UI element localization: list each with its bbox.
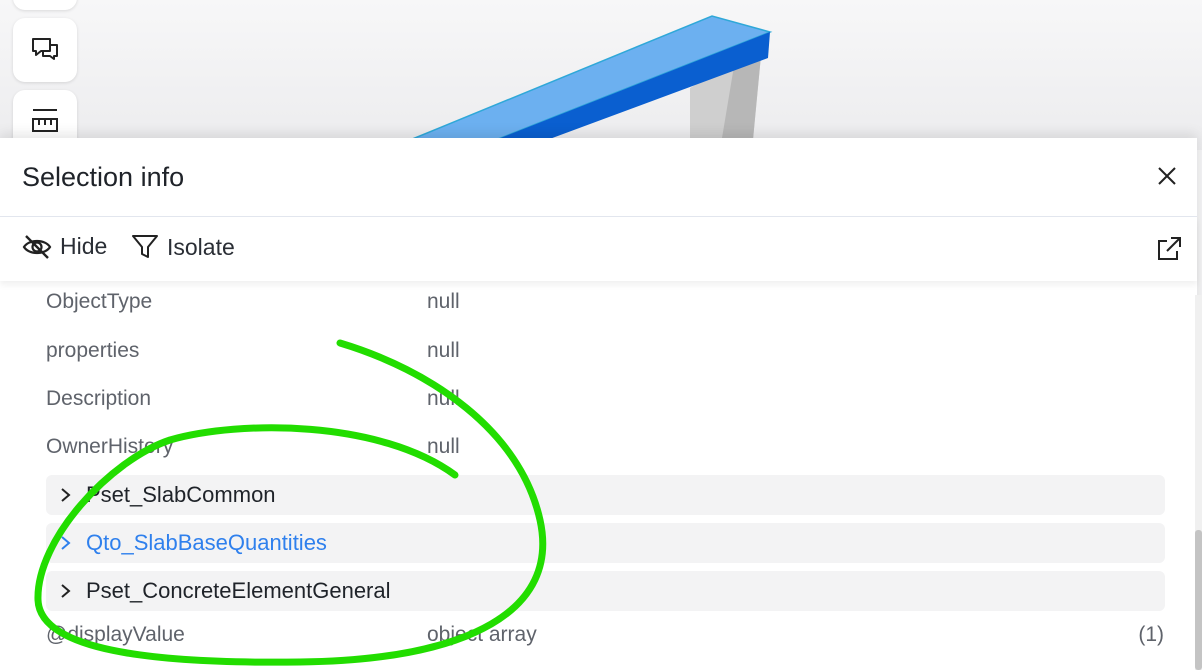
close-icon: [1158, 167, 1176, 185]
property-key: properties: [46, 339, 140, 362]
comments-icon: [32, 38, 58, 60]
hide-label: Hide: [60, 233, 108, 259]
property-value: null: [427, 290, 460, 313]
external-link-icon: [1158, 237, 1181, 260]
isolate-button[interactable]: Isolate: [131, 233, 235, 261]
property-value: object array: [427, 623, 537, 646]
group-pset-concreteelementgeneral[interactable]: Pset_ConcreteElementGeneral: [46, 571, 1165, 611]
group-label: Qto_SlabBaseQuantities: [86, 530, 327, 555]
property-row: OwnerHistory null: [46, 431, 1166, 465]
viewer-canvas[interactable]: [0, 0, 1202, 150]
ruler-icon: [32, 109, 58, 132]
chevron-right-icon: [61, 584, 71, 598]
slab-model[interactable]: [0, 0, 1202, 150]
chevron-right-icon: [61, 488, 71, 502]
property-key: OwnerHistory: [46, 435, 174, 458]
property-key: Description: [46, 387, 152, 410]
chevron-right-icon: [61, 536, 71, 550]
property-row: Description null: [46, 383, 1166, 417]
hide-button[interactable]: Hide: [22, 233, 107, 260]
property-value: null: [427, 339, 460, 362]
group-label: Pset_ConcreteElementGeneral: [86, 578, 391, 603]
comments-button[interactable]: [13, 18, 77, 82]
scrollbar-thumb[interactable]: [1195, 530, 1202, 670]
property-value: null: [427, 435, 460, 458]
panel-header: Selection info: [0, 138, 1197, 217]
property-value: null: [427, 387, 460, 410]
property-row: properties null: [46, 335, 1166, 369]
filter-icon: [132, 235, 158, 258]
tool-button-top[interactable]: [13, 0, 77, 10]
item-count: (1): [1138, 623, 1164, 646]
property-key: @displayValue: [46, 623, 185, 646]
properties-list: ObjectType null properties null Descript…: [0, 282, 1197, 670]
close-button[interactable]: [1151, 160, 1183, 192]
group-label: Pset_SlabCommon: [86, 482, 276, 507]
action-bar: Hide Isolate: [0, 217, 1197, 281]
eye-off-icon: [22, 234, 52, 259]
selection-info-panel: Selection info Hide Isolate ObjectType n…: [0, 138, 1197, 670]
open-external-button[interactable]: [1153, 233, 1185, 265]
property-row: ObjectType null: [46, 286, 1166, 320]
property-key: ObjectType: [46, 290, 153, 313]
panel-title: Selection info: [22, 162, 185, 192]
isolate-label: Isolate: [167, 233, 235, 260]
display-value-row[interactable]: @displayValue object array (1): [46, 619, 1166, 653]
group-qto-slabbasequantities[interactable]: Qto_SlabBaseQuantities: [46, 523, 1165, 563]
group-pset-slabcommon[interactable]: Pset_SlabCommon: [46, 475, 1165, 515]
